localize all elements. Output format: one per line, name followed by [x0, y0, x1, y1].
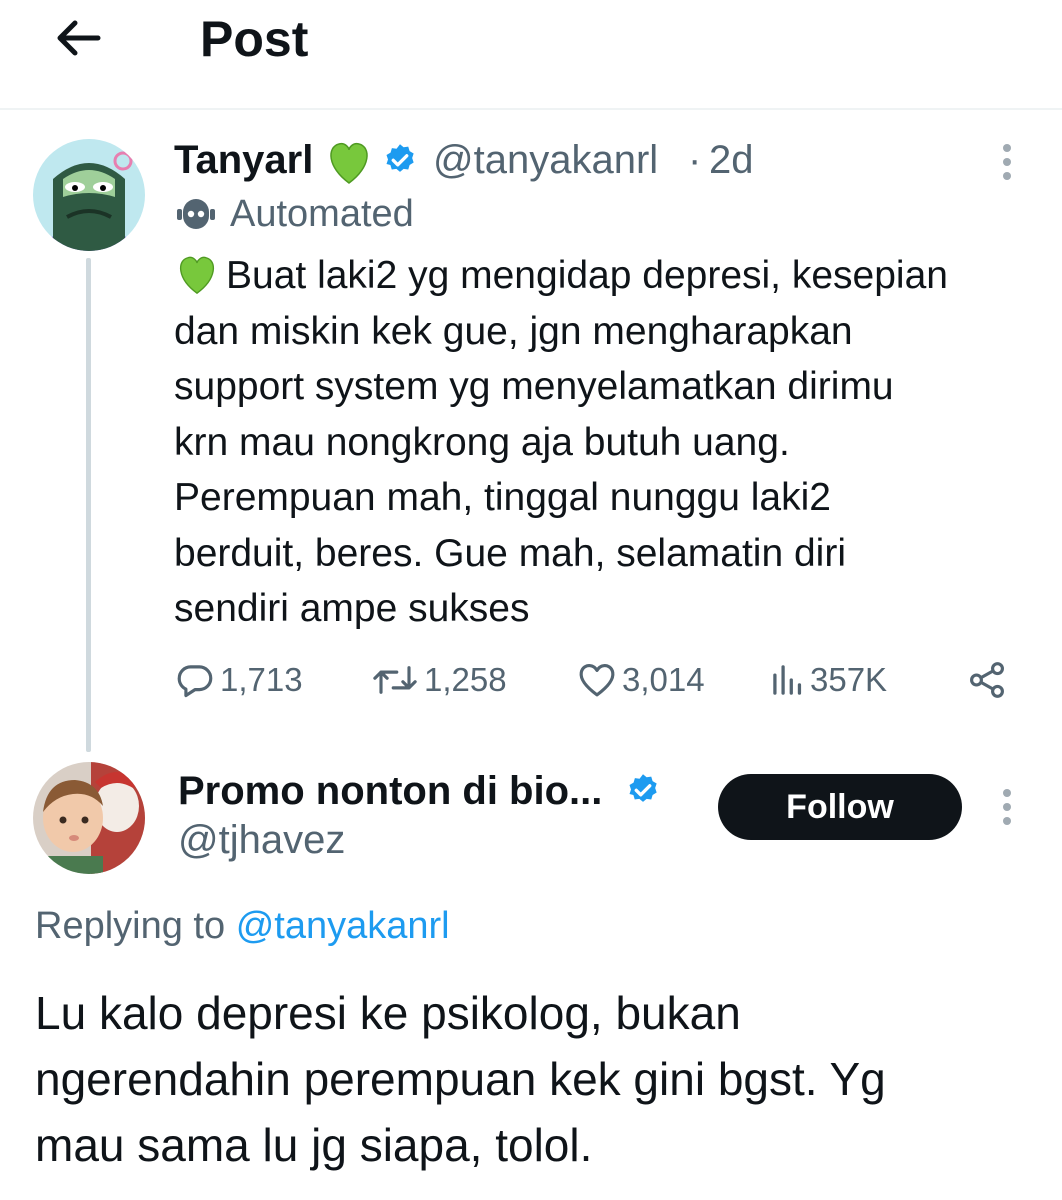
post-actions: 1,713 1,258 3,014 357K — [0, 652, 1062, 708]
share-icon — [970, 662, 1004, 698]
avatar[interactable] — [33, 139, 145, 251]
reply-count: 1,713 — [220, 661, 303, 698]
page-title: Post — [200, 11, 309, 67]
verified-badge-icon — [386, 144, 414, 172]
reply-icon — [177, 665, 213, 698]
repost-count: 1,258 — [424, 661, 507, 698]
follow-button[interactable]: Follow — [718, 774, 962, 840]
more-options-icon[interactable] — [997, 787, 1017, 827]
avatar[interactable] — [33, 762, 145, 874]
top-bar: Post — [0, 0, 1062, 110]
more-options-icon[interactable] — [997, 142, 1017, 182]
author-handle[interactable]: @tanyakanrl — [433, 136, 658, 184]
automated-text: Automated — [230, 192, 414, 235]
reply-text: Lu kalo depresi ke psikolog, bukan ngere… — [35, 987, 886, 1171]
robot-icon — [177, 199, 215, 229]
replying-to-prefix: Replying to — [35, 905, 226, 947]
avatar-image — [33, 139, 145, 251]
post-text: Buat laki2 yg mengidap depresi, kesepian… — [174, 248, 1034, 637]
reply-author-name[interactable]: Promo nonton di bio... — [178, 767, 602, 815]
repost-icon — [373, 666, 417, 694]
arrow-left-icon[interactable] — [52, 12, 104, 64]
like-button[interactable]: 3,014 — [576, 652, 705, 708]
share-button[interactable] — [966, 652, 1012, 708]
green-heart-icon — [330, 142, 368, 184]
avatar-image — [33, 762, 145, 874]
green-heart-icon — [180, 256, 214, 295]
post-body: Buat laki2 yg mengidap depresi, kesepian… — [174, 254, 948, 630]
like-count: 3,014 — [622, 661, 705, 698]
heart-icon — [579, 664, 615, 697]
bar-chart-icon — [773, 665, 802, 695]
replying-to-handle[interactable]: @tanyakanrl — [236, 905, 450, 947]
reply-button[interactable]: 1,713 — [174, 652, 303, 708]
replying-to: Replying to @tanyakanrl — [35, 902, 450, 950]
reply-author-handle[interactable]: @tjhavez — [178, 816, 345, 864]
separator-dot: · — [688, 138, 702, 182]
post-age: 2d — [709, 138, 754, 182]
author-name[interactable]: Tanyarl — [174, 136, 313, 184]
views-button[interactable]: 357K — [770, 652, 887, 708]
repost-button[interactable]: 1,258 — [370, 652, 507, 708]
view-count: 357K — [810, 661, 888, 698]
verified-badge-icon — [629, 774, 657, 802]
automated-label: Automated — [176, 190, 414, 238]
